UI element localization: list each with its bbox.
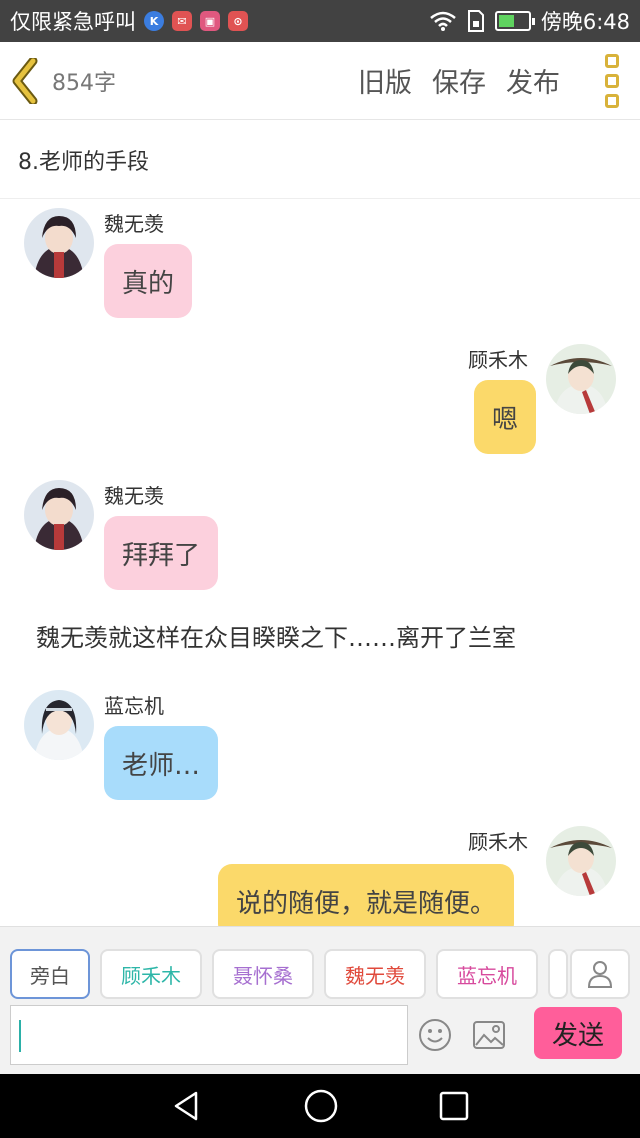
save-button[interactable]: 保存 (432, 61, 486, 100)
compass-app-icon: ⊙ (228, 11, 248, 31)
chevron-left-icon (12, 57, 38, 104)
message-bubble[interactable]: 真的 (104, 244, 193, 318)
word-count: 854字 (52, 70, 116, 96)
battery-level (498, 15, 515, 27)
role-chip-narrator[interactable]: 旁白 (10, 949, 90, 999)
avatar-wei-wuxian-icon (24, 208, 94, 278)
system-nav-bar (0, 1074, 640, 1138)
speaker-name: 蓝忘机 (104, 694, 164, 718)
composer-panel: 旁白 顾禾木 聂怀桑 魏无羡 蓝忘机 发送 (0, 926, 640, 1074)
message-bubble[interactable]: 老师… (104, 726, 219, 800)
person-icon (587, 961, 613, 988)
back-triangle-icon[interactable] (170, 1089, 204, 1123)
role-chip-nie-huaisang[interactable]: 聂怀桑 (212, 949, 314, 999)
old-version-button[interactable]: 旧版 (358, 61, 412, 100)
send-button[interactable]: 发送 (534, 1007, 622, 1059)
image-icon[interactable] (472, 1020, 506, 1050)
avatar[interactable] (24, 480, 94, 550)
editor-toolbar: 854字 旧版 保存 发布 (0, 42, 640, 120)
avatar[interactable] (546, 826, 616, 896)
mail-app-icon: ✉ (172, 11, 192, 31)
speaker-name: 魏无羡 (104, 484, 164, 508)
narration-text[interactable]: 魏无羡就这样在众目睽睽之下……离开了兰室 (36, 618, 516, 653)
text-cursor (19, 1020, 21, 1052)
toolbar-actions: 旧版 保存 发布 (358, 61, 560, 100)
avatar[interactable] (24, 208, 94, 278)
home-circle-icon[interactable] (303, 1088, 339, 1124)
manage-roles-button[interactable] (570, 949, 630, 999)
message-bubble[interactable]: 拜拜了 (104, 516, 219, 590)
role-chip-gu-hemu[interactable]: 顾禾木 (100, 949, 202, 999)
carrier-text: 仅限紧急呼叫 (10, 10, 136, 34)
role-chip-partial[interactable] (548, 949, 568, 999)
avatar-wei-wuxian-icon (24, 480, 94, 550)
avatar[interactable] (546, 344, 616, 414)
emoji-icon[interactable] (418, 1018, 452, 1052)
message-bubble[interactable]: 嗯 (474, 380, 537, 454)
status-bar: 仅限紧急呼叫 K ✉ ▣ ⊙ 傍晚6:48 (0, 0, 640, 42)
speaker-name: 魏无羡 (104, 212, 164, 236)
wifi-icon (430, 11, 456, 31)
avatar-gu-hemu-icon (546, 344, 616, 414)
recents-square-icon[interactable] (438, 1090, 470, 1122)
status-bar-right: 傍晚6:48 (429, 6, 630, 36)
chapter-title[interactable]: 8.老师的手段 (0, 121, 640, 199)
sim-card-icon (467, 10, 484, 32)
battery-icon (494, 11, 535, 31)
clock: 傍晚6:48 (540, 10, 630, 34)
message-input[interactable] (10, 1005, 408, 1065)
role-chip-lan-wangji[interactable]: 蓝忘机 (436, 949, 538, 999)
avatar-lan-wangji-icon (24, 690, 94, 760)
avatar[interactable] (24, 690, 94, 760)
more-menu-button[interactable] (584, 42, 640, 120)
avatar-gu-hemu-icon (546, 826, 616, 896)
role-chips: 旁白 顾禾木 聂怀桑 魏无羡 蓝忘机 (10, 949, 568, 999)
back-button[interactable] (0, 42, 52, 120)
status-bar-left: 仅限紧急呼叫 K ✉ ▣ ⊙ (10, 6, 248, 36)
k-app-icon: K (144, 11, 164, 31)
menu-dot-icon (605, 93, 619, 108)
gallery-app-icon: ▣ (200, 11, 220, 31)
menu-dot-icon (605, 73, 619, 88)
role-chip-wei-wuxian[interactable]: 魏无羡 (324, 949, 426, 999)
publish-button[interactable]: 发布 (506, 61, 560, 100)
speaker-name: 顾禾木 (468, 348, 528, 372)
menu-dot-icon (605, 53, 619, 68)
speaker-name: 顾禾木 (468, 830, 528, 854)
